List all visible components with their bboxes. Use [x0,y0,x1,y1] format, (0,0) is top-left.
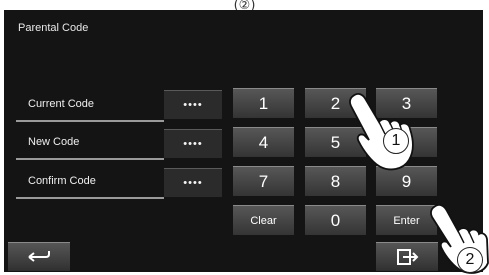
exit-icon [397,249,419,265]
current-code-label: Current Code [16,98,164,122]
key-8[interactable]: 8 [305,166,366,196]
back-arrow-icon [28,251,50,262]
key-7[interactable]: 7 [233,166,294,196]
confirm-code-label: Confirm Code [16,175,164,199]
page-title: Parental Code [18,22,89,34]
key-1[interactable]: 1 [233,88,294,118]
new-code-label: New Code [16,136,164,160]
enter-button[interactable]: Enter [376,205,437,235]
exit-button[interactable] [376,242,438,271]
key-5[interactable]: 5 [305,127,366,157]
key-4[interactable]: 4 [233,127,294,157]
new-code-field[interactable]: •••• [164,129,222,158]
back-button[interactable] [8,242,70,271]
parental-code-screen: Parental Code Current Code New Code Conf… [4,10,483,272]
key-2[interactable]: 2 [305,88,366,118]
callout-1: 1 [383,128,409,154]
key-9[interactable]: 9 [376,166,437,196]
key-0[interactable]: 0 [305,205,366,235]
callout-2: 2 [457,247,483,273]
confirm-code-field[interactable]: •••• [164,168,222,197]
key-3[interactable]: 3 [376,88,437,118]
current-code-field[interactable]: •••• [164,90,222,119]
clear-button[interactable]: Clear [233,205,294,235]
